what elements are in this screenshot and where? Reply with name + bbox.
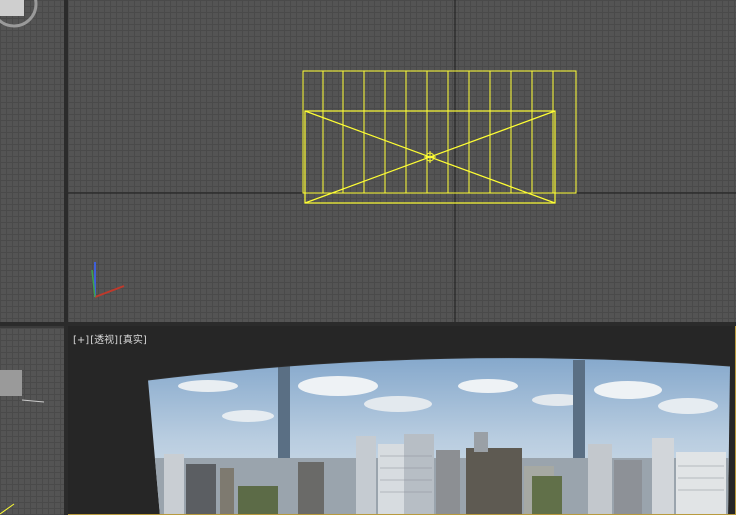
viewport-left-bottom[interactable] (0, 328, 64, 515)
panorama-panel-wireframe[interactable] (302, 70, 577, 194)
viewport-left-top[interactable] (0, 0, 64, 322)
panorama-render[interactable] (68, 326, 736, 515)
viewport-divider-vertical[interactable] (64, 0, 68, 515)
viewport-perspective[interactable]: [+][透视][真实] (67, 325, 736, 515)
viewport-divider-horizontal[interactable] (0, 322, 736, 326)
left-bottom-canvas[interactable] (0, 328, 64, 515)
axis-tripod-icon (91, 262, 125, 298)
viewport-top-ortho[interactable] (68, 0, 736, 322)
viewport-canvas[interactable] (68, 0, 736, 322)
partial-object (0, 370, 22, 396)
pivot-point-icon (424, 151, 436, 163)
view-cube-icon[interactable] (0, 0, 64, 322)
